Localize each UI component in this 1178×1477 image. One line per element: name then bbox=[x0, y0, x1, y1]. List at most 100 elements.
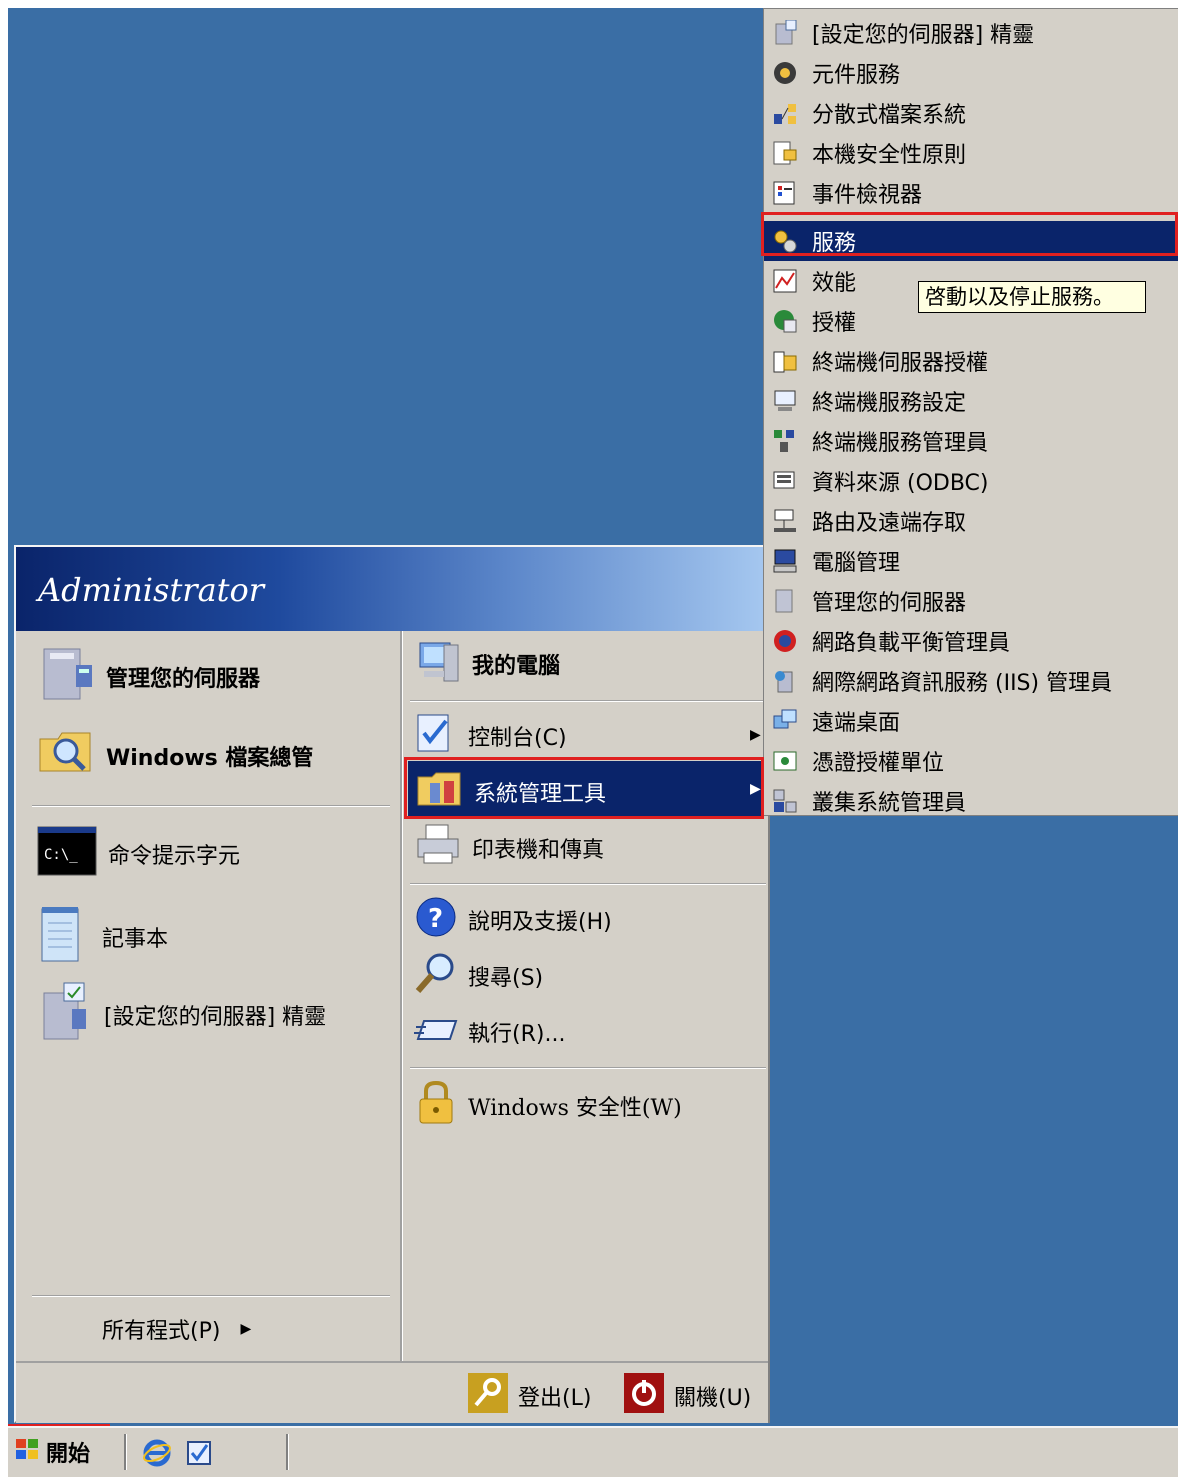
right-item-label: 我的電腦 bbox=[472, 654, 561, 679]
right-item-label: Windows 安全性(W) bbox=[468, 1096, 682, 1121]
submenu-item-dfs[interactable]: 分散式檔案系統 bbox=[764, 93, 1178, 133]
dfs-icon bbox=[772, 100, 798, 126]
cluster-icon bbox=[772, 788, 798, 814]
submenu-label: 遠端桌面 bbox=[812, 711, 901, 736]
submenu-label: 管理您的伺服器 bbox=[812, 591, 967, 616]
right-admin-tools[interactable]: 系統管理工具 bbox=[414, 769, 606, 815]
submenu-label: 憑證授權單位 bbox=[812, 751, 945, 776]
svg-text:C:\_: C:\_ bbox=[44, 847, 78, 863]
submenu-label: 終端機服務設定 bbox=[812, 391, 967, 416]
right-printers[interactable]: 印表機和傳真 bbox=[414, 823, 604, 873]
nlb-icon bbox=[772, 628, 798, 654]
certificate-icon bbox=[772, 748, 798, 774]
pinned-windows-explorer[interactable]: Windows 檔案總管 bbox=[36, 725, 313, 787]
user-name: Administrator bbox=[38, 571, 265, 609]
submenu-label: 網際網路資訊服務 (IIS) 管理員 bbox=[812, 671, 1113, 696]
start-menu: Administrator 管理您的伺服器 Windows 檔案總管 C:\_ … bbox=[14, 545, 770, 1423]
submenu-item-certification-authority[interactable]: 憑證授權單位 bbox=[764, 741, 1178, 781]
recent-command-prompt[interactable]: C:\_ 命令提示字元 bbox=[36, 825, 240, 883]
svg-text:?: ? bbox=[428, 904, 443, 934]
right-search[interactable]: 搜尋(S) bbox=[414, 951, 543, 1001]
right-my-computer[interactable]: 我的電腦 bbox=[414, 637, 560, 691]
all-programs-button[interactable]: 所有程式(P) ▶ bbox=[102, 1313, 251, 1345]
right-item-label: 系統管理工具 bbox=[474, 782, 607, 807]
right-item-label: 說明及支援(H) bbox=[468, 910, 612, 935]
submenu-item-ts-configuration[interactable]: 終端機服務設定 bbox=[764, 381, 1178, 421]
submenu-label: 本機安全性原則 bbox=[812, 143, 967, 168]
recent-configure-server-wizard[interactable]: [設定您的伺服器] 精靈 bbox=[36, 981, 326, 1049]
submenu-item-ts-manager[interactable]: 終端機服務管理員 bbox=[764, 421, 1178, 461]
pinned-manage-server[interactable]: 管理您的伺服器 bbox=[36, 643, 260, 711]
submenu-label: 效能 bbox=[812, 271, 857, 296]
submenu-label: 終端機伺服器授權 bbox=[812, 351, 989, 376]
submenu-item-odbc[interactable]: 資料來源 (ODBC) bbox=[764, 461, 1178, 501]
recent-label: 命令提示字元 bbox=[108, 844, 241, 869]
left-bottom-separator bbox=[32, 1295, 390, 1297]
recent-label: 記事本 bbox=[102, 927, 169, 952]
right-help[interactable]: ? 說明及支援(H) bbox=[414, 895, 612, 945]
arrow-right-icon: ▶ bbox=[240, 1321, 252, 1337]
right-separator-2 bbox=[410, 883, 766, 885]
submenu-label: 分散式檔案系統 bbox=[812, 103, 967, 128]
right-item-label: 控制台(C) bbox=[468, 726, 567, 751]
right-control-panel[interactable]: 控制台(C) bbox=[414, 711, 567, 761]
submenu-item-remote-desktops[interactable]: 遠端桌面 bbox=[764, 701, 1178, 741]
submenu-item-iis-manager[interactable]: 網際網路資訊服務 (IIS) 管理員 bbox=[764, 661, 1178, 701]
left-separator bbox=[32, 805, 390, 807]
computer-management-icon bbox=[772, 548, 798, 574]
submenu-item-computer-management[interactable]: 電腦管理 bbox=[764, 541, 1178, 581]
configure-server-wizard-icon bbox=[36, 981, 94, 1049]
ts-manager-icon bbox=[772, 428, 798, 454]
lock-icon bbox=[414, 1079, 458, 1133]
submenu-item-manage-server[interactable]: 管理您的伺服器 bbox=[764, 581, 1178, 621]
submenu-item-local-security-policy[interactable]: 本機安全性原則 bbox=[764, 133, 1178, 173]
submenu-item-component-services[interactable]: 元件服務 bbox=[764, 53, 1178, 93]
start-button[interactable]: 開始 bbox=[14, 1434, 106, 1470]
services-tooltip: 啓動以及停止服務。 bbox=[918, 281, 1146, 313]
submenu-label: 叢集系統管理員 bbox=[812, 791, 967, 816]
right-windows-security[interactable]: Windows 安全性(W) bbox=[414, 1079, 682, 1133]
user-banner: Administrator bbox=[16, 547, 768, 631]
taskbar-separator bbox=[124, 1434, 127, 1470]
admin-tools-icon bbox=[414, 769, 464, 815]
submenu-arrow-icon: ▶ bbox=[750, 727, 761, 743]
submenu-item-event-viewer[interactable]: 事件檢視器 bbox=[764, 173, 1178, 213]
submenu-item-services[interactable]: 服務 bbox=[764, 221, 1178, 261]
right-run[interactable]: 執行(R)... bbox=[414, 1007, 565, 1057]
taskbar-separator bbox=[286, 1434, 289, 1470]
command-prompt-icon: C:\_ bbox=[36, 825, 98, 883]
submenu-label: 資料來源 (ODBC) bbox=[812, 471, 989, 496]
power-icon bbox=[624, 1373, 664, 1419]
shutdown-label: 關機(U) bbox=[674, 1386, 752, 1411]
ts-config-icon bbox=[772, 388, 798, 414]
licensing-icon bbox=[772, 308, 798, 334]
control-panel-icon bbox=[414, 711, 458, 761]
start-label: 開始 bbox=[46, 1442, 91, 1467]
iis-icon bbox=[772, 668, 798, 694]
submenu-item-cluster-administrator[interactable]: 叢集系統管理員 bbox=[764, 781, 1178, 821]
submenu-label: 服務 bbox=[812, 231, 857, 256]
server-manage-icon bbox=[772, 588, 798, 614]
submenu-item-ts-licensing[interactable]: 終端機伺服器授權 bbox=[764, 341, 1178, 381]
submenu-label: 元件服務 bbox=[812, 63, 901, 88]
submenu-item-configure-server-wizard[interactable]: [設定您的伺服器] 精靈 bbox=[764, 13, 1178, 53]
configure-server-quicklaunch-icon[interactable] bbox=[184, 1438, 214, 1474]
my-computer-icon bbox=[414, 637, 462, 691]
configure-server-wizard-icon bbox=[772, 19, 798, 46]
security-policy-icon bbox=[772, 140, 798, 166]
submenu-item-nlb-manager[interactable]: 網路負載平衡管理員 bbox=[764, 621, 1178, 661]
shutdown-button[interactable]: 關機(U) bbox=[624, 1373, 751, 1419]
right-item-label: 執行(R)... bbox=[468, 1022, 566, 1047]
windows-logo-icon bbox=[14, 1436, 40, 1468]
submenu-item-routing-remote-access[interactable]: 路由及遠端存取 bbox=[764, 501, 1178, 541]
services-gear-icon bbox=[772, 228, 798, 254]
recent-notepad[interactable]: 記事本 bbox=[36, 903, 168, 971]
all-programs-label: 所有程式(P) bbox=[102, 1319, 221, 1344]
pinned-label: Windows 檔案總管 bbox=[106, 746, 314, 771]
help-icon: ? bbox=[414, 895, 458, 945]
submenu-label: 電腦管理 bbox=[812, 551, 901, 576]
internet-explorer-icon[interactable] bbox=[142, 1438, 172, 1474]
odbc-icon bbox=[772, 468, 798, 494]
submenu-label: 授權 bbox=[812, 311, 857, 336]
logoff-button[interactable]: 登出(L) bbox=[468, 1373, 591, 1419]
